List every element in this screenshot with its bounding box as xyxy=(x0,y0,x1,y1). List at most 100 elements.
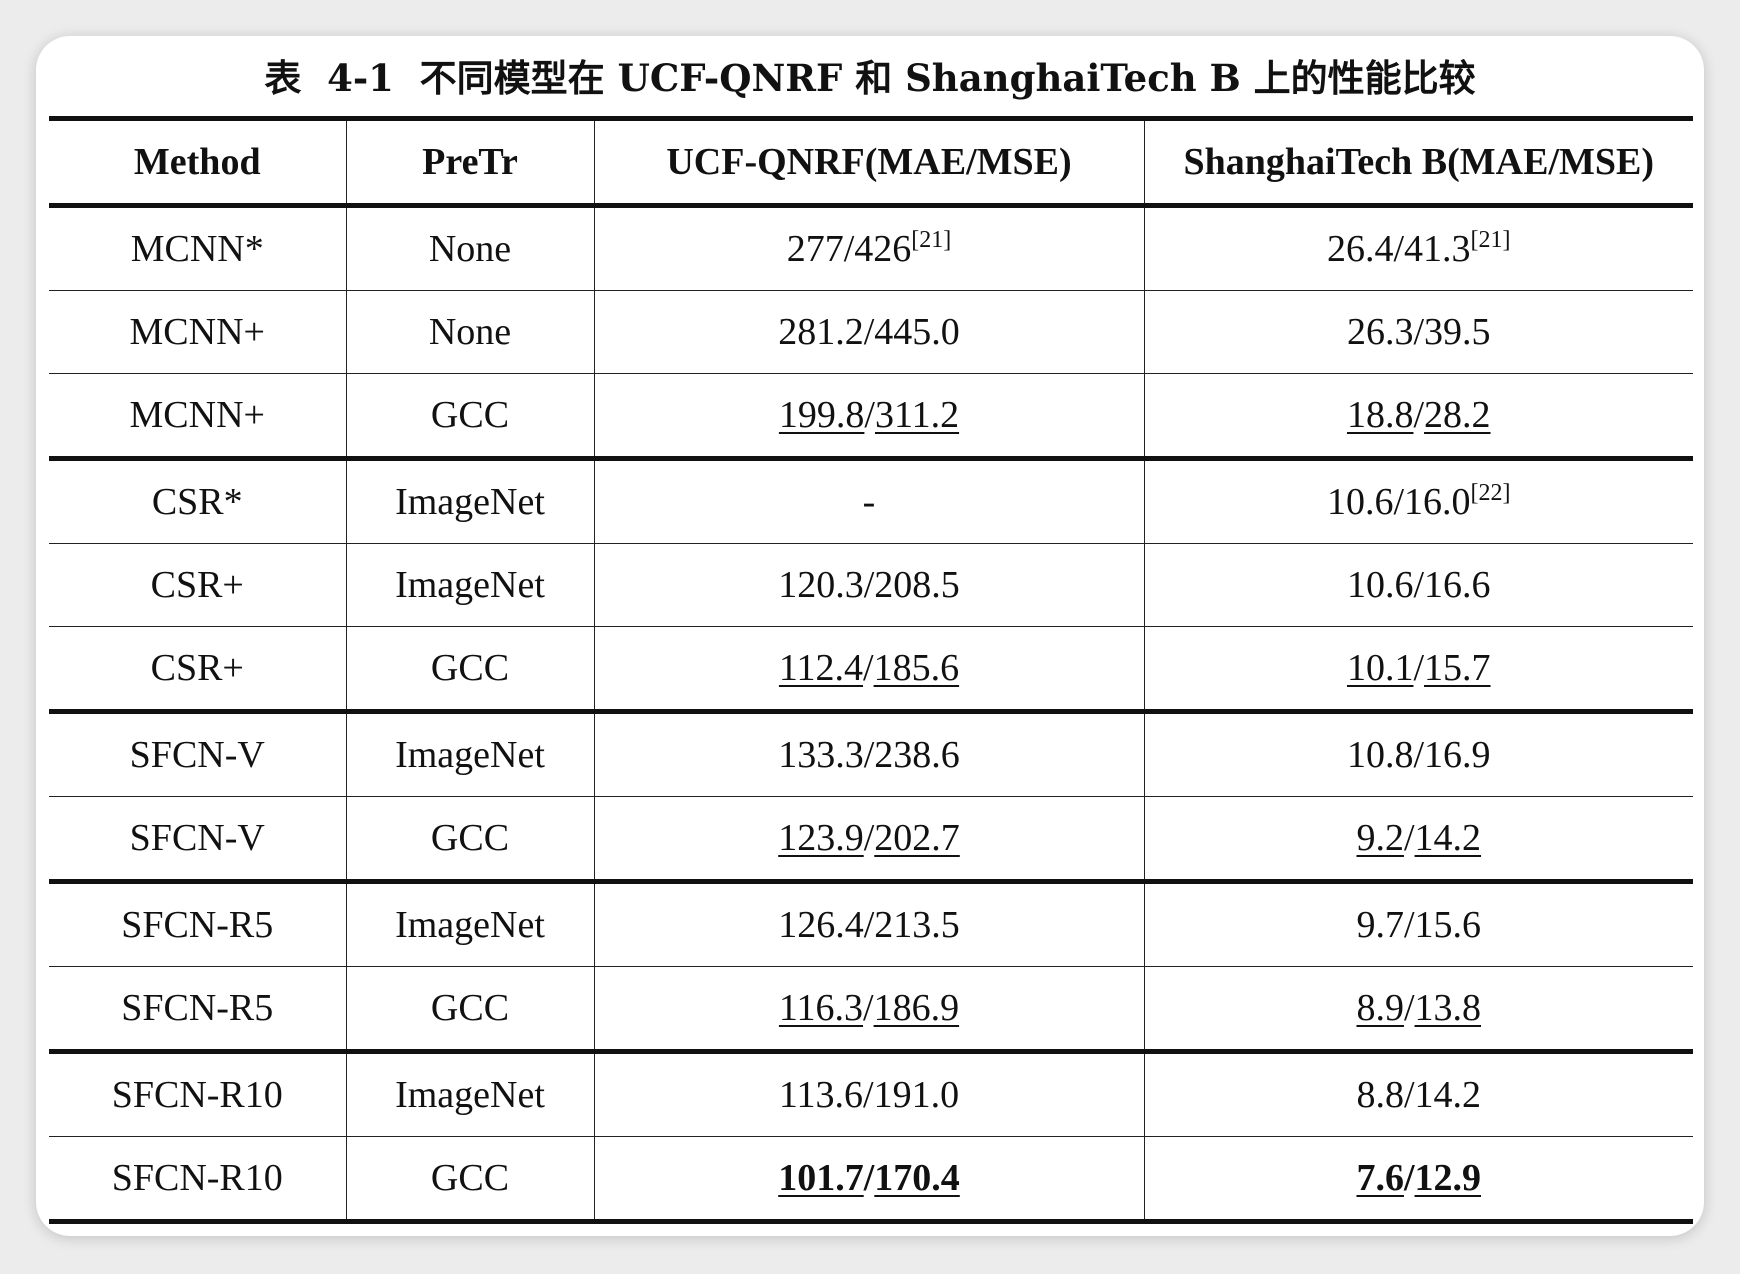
ucf-qnrf-cell: 120.3/208.5 xyxy=(593,543,1144,627)
citation-ref: [22] xyxy=(1470,480,1511,506)
value-separator: / xyxy=(1403,817,1415,859)
shanghaitech-mae: 18.8 xyxy=(1346,394,1414,436)
ucf-qnrf-cell: 126.4/213.5 xyxy=(593,881,1144,967)
method-cell: CSR+ xyxy=(49,543,346,627)
shanghaitech-b-cell: 9.2/14.2 xyxy=(1143,796,1693,884)
ucf-qnrf-mse: 426 xyxy=(854,228,912,270)
shanghaitech-mse: 14.2 xyxy=(1414,817,1482,859)
ucf-qnrf-cell: 281.2/445.0 xyxy=(593,290,1144,374)
shanghaitech-mse: 13.8 xyxy=(1414,987,1482,1029)
pretr-cell: GCC xyxy=(345,1136,594,1222)
ucf-qnrf-mae: 116.3 xyxy=(778,987,864,1029)
header-row: Method PreTr UCF-QNRF(MAE/MSE) ShanghaiT… xyxy=(49,118,1693,208)
ucf-qnrf-mae: 113.6 xyxy=(778,1074,864,1116)
ucf-qnrf-mse: 202.7 xyxy=(874,817,960,859)
value-separator: / xyxy=(863,647,874,689)
table-row: CSR+ ImageNet 120.3/208.5 10.6/16.6 xyxy=(49,543,1693,627)
method-cell: SFCN-R5 xyxy=(49,881,346,967)
ucf-qnrf-mse: 311.2 xyxy=(874,394,960,436)
ucf-qnrf-mse: 170.4 xyxy=(874,1157,960,1199)
document-card: 表 4-1 不同模型在 UCF-QNRF 和 ShanghaiTech B 上的… xyxy=(36,36,1704,1236)
value-separator: / xyxy=(1403,1157,1415,1199)
table-row: SFCN-R5 GCC 116.3/186.9 8.9/13.8 xyxy=(49,966,1693,1054)
ucf-qnrf-mae: 199.8 xyxy=(778,394,865,436)
value-separator: / xyxy=(1413,734,1425,776)
shanghaitech-mse: 12.9 xyxy=(1414,1157,1482,1199)
column-header-pretr: PreTr xyxy=(345,118,594,208)
value-separator: / xyxy=(1393,228,1405,270)
value-separator: / xyxy=(863,904,875,946)
shanghaitech-b-cell: 18.8/28.2 xyxy=(1143,373,1693,461)
shanghaitech-mse: 39.5 xyxy=(1424,311,1491,353)
table-caption: 表 4-1 不同模型在 UCF-QNRF 和 ShanghaiTech B 上的… xyxy=(264,56,1476,100)
ucf-qnrf-cell: 116.3/186.9 xyxy=(593,966,1144,1054)
ucf-qnrf-mse: 186.9 xyxy=(873,987,960,1029)
table-row: SFCN-V GCC 123.9/202.7 9.2/14.2 xyxy=(49,796,1693,884)
shanghaitech-b-cell: 26.4/41.3[21] xyxy=(1143,205,1693,291)
pretr-cell: ImageNet xyxy=(345,711,594,797)
shanghaitech-mae: 10.6 xyxy=(1326,481,1394,523)
ucf-qnrf-mse: 238.6 xyxy=(874,734,960,776)
ucf-qnrf-mse: 208.5 xyxy=(874,564,960,606)
ucf-qnrf-mse: 213.5 xyxy=(874,904,960,946)
value-separator: / xyxy=(1413,394,1425,436)
value-separator: / xyxy=(1403,987,1415,1029)
method-cell: SFCN-V xyxy=(49,796,346,884)
pretr-cell: GCC xyxy=(345,796,594,884)
value-separator: / xyxy=(1403,1074,1415,1116)
value-separator: / xyxy=(863,987,874,1029)
value-separator: / xyxy=(863,1157,875,1199)
ucf-qnrf-cell: 113.6/191.0 xyxy=(593,1051,1144,1137)
value-separator: / xyxy=(863,817,875,859)
shanghaitech-b-cell: 26.3/39.5 xyxy=(1143,290,1693,374)
value-separator: / xyxy=(864,394,875,436)
shanghaitech-mse: 16.6 xyxy=(1424,564,1491,606)
value-separator: / xyxy=(1393,481,1405,523)
shanghaitech-mae: 26.3 xyxy=(1346,311,1414,353)
table-row: SFCN-R10 ImageNet 113.6/191.0 8.8/14.2 xyxy=(49,1051,1693,1137)
column-header-shanghaitech-b: ShanghaiTech B(MAE/MSE) xyxy=(1143,118,1693,208)
ucf-qnrf-cell: 123.9/202.7 xyxy=(593,796,1144,884)
shanghaitech-b-cell: 10.6/16.6 xyxy=(1143,543,1693,627)
value-separator: / xyxy=(843,228,855,270)
shanghaitech-mae: 10.1 xyxy=(1346,647,1414,689)
value-separator: / xyxy=(1413,311,1425,353)
ucf-qnrf-mae: 277 xyxy=(786,228,844,270)
ucf-qnrf-mse: 191.0 xyxy=(873,1074,960,1116)
pretr-cell: None xyxy=(345,205,594,291)
shanghaitech-mae: 7.6 xyxy=(1356,1157,1404,1199)
method-cell: CSR+ xyxy=(49,626,346,714)
column-header-ucf-qnrf: UCF-QNRF(MAE/MSE) xyxy=(593,118,1144,208)
method-cell: CSR* xyxy=(49,458,346,544)
ucf-qnrf-mse: 185.6 xyxy=(873,647,960,689)
shanghaitech-b-cell: 9.7/15.6 xyxy=(1143,881,1693,967)
value-separator: / xyxy=(863,1074,874,1116)
pretr-cell: ImageNet xyxy=(345,881,594,967)
table-row: SFCN-R5 ImageNet 126.4/213.5 9.7/15.6 xyxy=(49,881,1693,967)
shanghaitech-b-cell: 10.6/16.0[22] xyxy=(1143,458,1693,544)
table-header: Method PreTr UCF-QNRF(MAE/MSE) ShanghaiT… xyxy=(49,118,1693,208)
shanghaitech-mae: 10.8 xyxy=(1346,734,1414,776)
ucf-qnrf-cell: 199.8/311.2 xyxy=(593,373,1144,461)
ucf-qnrf-cell: 133.3/238.6 xyxy=(593,711,1144,797)
shanghaitech-mae: 26.4 xyxy=(1326,228,1394,270)
table-body: MCNN* None 277/426[21] 26.4/41.3[21] MCNN+ No… xyxy=(49,205,1693,1222)
value-separator: / xyxy=(1413,647,1425,689)
table-row: MCNN+ None 281.2/445.0 26.3/39.5 xyxy=(49,290,1693,374)
table-row: SFCN-V ImageNet 133.3/238.6 10.8/16.9 xyxy=(49,711,1693,797)
shanghaitech-mae: 8.9 xyxy=(1356,987,1404,1029)
method-cell: MCNN* xyxy=(49,205,346,291)
ucf-qnrf-cell: 101.7/170.4 xyxy=(593,1136,1144,1222)
pretr-cell: ImageNet xyxy=(345,1051,594,1137)
method-cell: MCNN+ xyxy=(49,373,346,461)
ucf-qnrf-cell: - xyxy=(593,458,1144,544)
citation-ref: [21] xyxy=(1470,227,1511,253)
shanghaitech-mse: 15.6 xyxy=(1414,904,1482,946)
table-row: MCNN+ GCC 199.8/311.2 18.8/28.2 xyxy=(49,373,1693,461)
pretr-cell: GCC xyxy=(345,966,594,1054)
pretr-cell: GCC xyxy=(345,373,594,461)
shanghaitech-b-cell: 10.8/16.9 xyxy=(1143,711,1693,797)
method-cell: SFCN-R10 xyxy=(49,1051,346,1137)
shanghaitech-b-cell: 8.9/13.8 xyxy=(1143,966,1693,1054)
ucf-qnrf-value: - xyxy=(862,481,876,523)
